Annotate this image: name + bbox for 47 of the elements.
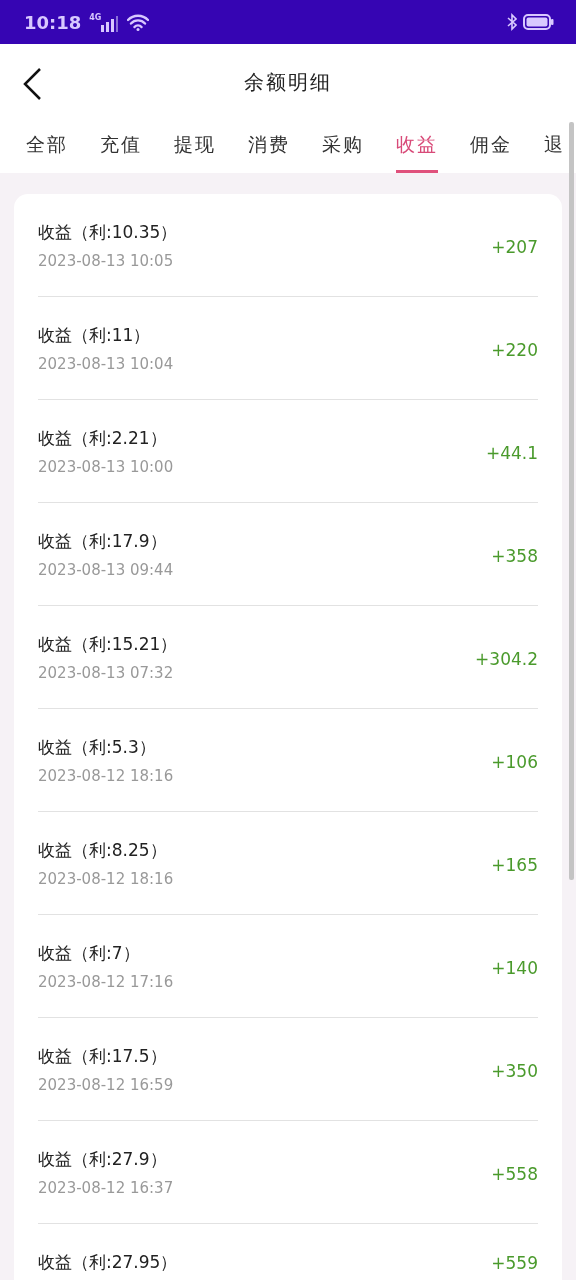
record-title: 收益（利:7） — [38, 942, 141, 965]
record-amount: +220 — [491, 340, 538, 360]
status-time: 10:18 — [24, 11, 82, 33]
record-time: 2023-08-13 07:32 — [38, 664, 175, 682]
bluetooth-icon — [507, 13, 517, 31]
record-title: 收益（利:11） — [38, 324, 152, 347]
category-tab[interactable]: 消费 — [248, 120, 290, 173]
record-time: 2023-08-13 10:05 — [38, 252, 175, 270]
record-title: 收益（利:17.9） — [38, 530, 168, 553]
record-amount: +559 — [491, 1253, 538, 1273]
record-amount: +106 — [491, 752, 538, 772]
record-time: 2023-08-13 09:44 — [38, 561, 175, 579]
record-title: 收益（利:15.21） — [38, 633, 179, 656]
record-title: 收益（利:27.9） — [38, 1148, 168, 1171]
network-type: 4G — [89, 13, 102, 22]
record-time: 2023-08-13 10:04 — [38, 355, 175, 373]
record-time: 2023-08-12 16:37 — [38, 1179, 175, 1197]
record-amount: +350 — [491, 1061, 538, 1081]
record-time: 2023-08-12 17:16 — [38, 973, 175, 991]
category-tab[interactable]: 收益 — [396, 120, 438, 173]
battery-icon — [523, 14, 554, 30]
wifi-icon — [127, 13, 150, 31]
record-amount: +304.2 — [475, 649, 538, 669]
record-title: 收益（利:2.21） — [38, 427, 168, 450]
record-amount: +558 — [491, 1164, 538, 1184]
record-amount: +358 — [491, 546, 538, 566]
category-tab[interactable]: 佣金 — [470, 120, 512, 173]
record-title: 收益（利:8.25） — [38, 839, 168, 862]
record-amount: +140 — [491, 958, 538, 978]
category-tab[interactable]: 充值 — [100, 120, 142, 173]
record-title: 收益（利:5.3） — [38, 736, 157, 759]
record-time: 2023-08-12 18:16 — [38, 767, 175, 785]
record-title: 收益（利:10.35） — [38, 221, 179, 244]
record-title: 收益（利:27.95） — [38, 1251, 179, 1274]
record-amount: +165 — [491, 855, 538, 875]
record-title: 收益（利:17.5） — [38, 1045, 168, 1068]
category-tab[interactable]: 全部 — [26, 120, 68, 173]
record-amount: +44.1 — [485, 443, 538, 463]
record-time: 2023-08-13 10:00 — [38, 458, 175, 476]
category-tab[interactable]: 提现 — [174, 120, 216, 173]
signal-icon — [101, 16, 120, 32]
record-time: 2023-08-12 18:16 — [38, 870, 175, 888]
record-amount: +207 — [491, 237, 538, 257]
record-time: 2023-08-12 16:59 — [38, 1076, 175, 1094]
category-tab[interactable]: 采购 — [322, 120, 364, 173]
page-title: 余额明细 — [244, 68, 332, 96]
category-tab[interactable]: 退 — [544, 120, 565, 173]
